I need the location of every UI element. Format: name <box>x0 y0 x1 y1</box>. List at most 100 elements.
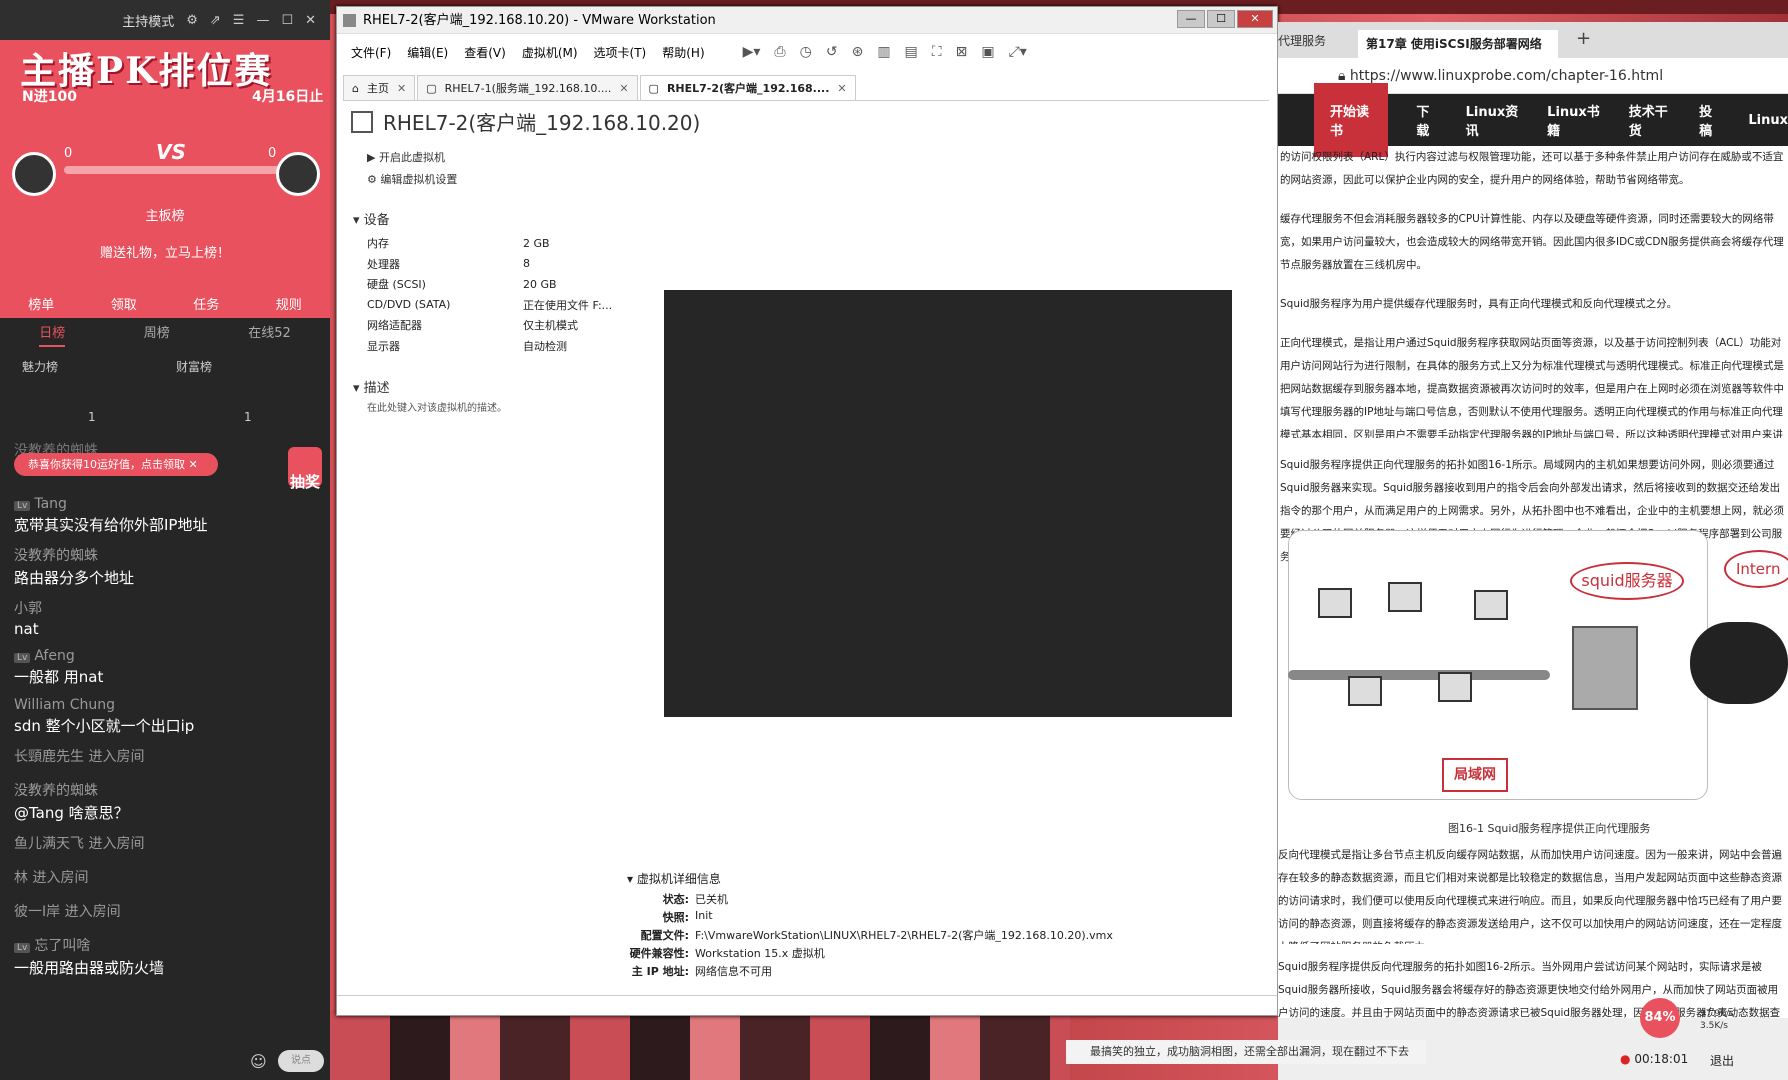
tab-weekly[interactable]: 周榜 <box>144 322 170 347</box>
device-display[interactable]: 显示器 自动检测 <box>367 336 612 357</box>
chat-message: 没教养的蜘蛛 @Tang 啥意思？ <box>14 780 324 823</box>
notify-banner[interactable]: 恭喜你获得10运好值，点击领取 ✕ <box>14 453 218 476</box>
details-toggle[interactable]: ▾ 虚拟机详细信息 <box>627 870 1113 887</box>
device-disk[interactable]: 硬盘 (SCSI) 20 GB <box>367 274 612 295</box>
cpu-meter[interactable]: 84% <box>1640 998 1680 1038</box>
charm-board-label[interactable]: 魅力榜 <box>22 358 58 375</box>
tab-rhel7-1[interactable]: ▢ RHEL7-1(服务端_192.168.10.... ✕ <box>417 75 638 100</box>
display-icon-label: 显示器 <box>367 339 400 353</box>
host-rank-label: 主板榜 <box>145 209 185 224</box>
menu-file[interactable]: 文件(F) <box>351 44 391 61</box>
device-memory[interactable]: 内存 2 GB <box>367 233 612 254</box>
gift-prompt[interactable]: 赠送礼物，立马上榜！ <box>0 242 330 261</box>
vm-tabs: ⌂ 主页 ✕ ▢ RHEL7-1(服务端_192.168.10.... ✕ ▢ RHEL7… <box>343 75 1269 101</box>
vm-icon <box>351 110 373 133</box>
start-vm-link[interactable]: ▶ 开启此虚拟机 <box>367 149 457 165</box>
tab-claim[interactable]: 领取 <box>111 294 137 313</box>
device-cdrom[interactable]: CD/DVD (SATA) 正在使用文件 F:... <box>367 295 612 316</box>
share-icon[interactable]: ⇗ <box>210 13 221 28</box>
tab-label: RHEL7-2(客户端_192.168.... <box>666 82 830 95</box>
minimize-icon[interactable]: — <box>256 13 269 28</box>
tab-rhel7-2[interactable]: ▢ RHEL7-2(客户端_192.168.... ✕ <box>639 75 856 100</box>
device-network[interactable]: 网络适配器 仅主机模式 <box>367 315 612 336</box>
exit-button[interactable]: 退出 <box>1710 1052 1734 1069</box>
browser-tab-active[interactable]: 第17章 使用iSCSI服务部署网络 <box>1358 30 1558 58</box>
devices-section-toggle[interactable]: ▾ 设备 <box>353 209 390 228</box>
nav-download[interactable]: 下载 <box>1416 101 1437 139</box>
new-tab-icon[interactable]: + <box>1576 28 1591 49</box>
details-title: 虚拟机详细信息 <box>636 872 721 886</box>
menu-view[interactable]: 查看(V) <box>464 44 506 61</box>
close-icon[interactable]: ✕ <box>305 13 316 28</box>
menu-help[interactable]: 帮助(H) <box>662 44 704 61</box>
send-keys-icon[interactable]: ⎙ <box>774 44 785 60</box>
news-ticker[interactable]: 最搞笑的独立，成功脑洞相图，还需全部出漏洞，现在翻过不下去 <box>1066 1040 1426 1064</box>
tab-daily[interactable]: 日榜 <box>39 322 66 347</box>
stretch-icon[interactable]: ⤢▾ <box>1009 44 1027 60</box>
vm-screen-preview[interactable] <box>664 290 1232 717</box>
menu-icon[interactable]: ☰ <box>233 13 245 28</box>
lan-bus-line <box>1288 670 1550 680</box>
nav-submit[interactable]: 投稿 <box>1699 101 1720 139</box>
revert-snapshot-icon[interactable]: ↺ <box>826 44 838 60</box>
desc-hint[interactable]: 在此处键入对该虚拟机的描述。 <box>367 399 507 414</box>
upload-speed: 97.9K/s <box>1700 1009 1734 1019</box>
level-badge: Lv <box>14 653 31 663</box>
close-tab-icon[interactable]: ✕ <box>837 76 846 100</box>
pk-progress-bar <box>64 166 280 174</box>
chat-user: 忘了叫啥 <box>34 938 91 954</box>
maximize-button[interactable]: ☐ <box>1207 10 1235 28</box>
tab-rank[interactable]: 榜单 <box>28 294 54 313</box>
emoji-icon[interactable]: ☺ <box>250 1052 267 1071</box>
device-value: 正在使用文件 F:... <box>523 298 613 312</box>
article-paragraph: 反向代理模式是指让多台节点主机反向缓存网站数据，从而加快用户访问速度。因为一般来… <box>1278 849 1782 944</box>
chat-message: 小郭 nat <box>14 598 324 638</box>
say-button[interactable]: 说点 <box>278 1050 324 1072</box>
pc-icon <box>1348 676 1382 706</box>
snapshot-icon[interactable]: ◷ <box>800 44 812 60</box>
sidebar-icon[interactable]: ▥ <box>877 44 890 60</box>
lottery-button[interactable]: 抽奖 <box>288 447 322 491</box>
unity-icon[interactable]: ⊠ <box>956 44 968 60</box>
menu-edit[interactable]: 编辑(E) <box>407 44 448 61</box>
settings-icon[interactable]: ⚙ <box>186 13 198 28</box>
chat-text: @Tang 啥意思？ <box>14 804 129 822</box>
detail-row: 配置文件: F:\VmwareWorkStation\LINUX\RHEL7-2\… <box>627 927 1113 943</box>
tab-home[interactable]: ⌂ 主页 ✕ <box>343 75 416 100</box>
maximize-icon[interactable]: ☐ <box>281 13 293 28</box>
nav-news[interactable]: Linux资讯 <box>1466 101 1520 139</box>
tab-rules[interactable]: 规则 <box>276 294 302 313</box>
close-icon[interactable]: ✕ <box>189 458 198 471</box>
host-mode-label[interactable]: 主持模式 <box>122 11 174 30</box>
close-button[interactable]: ✕ <box>1237 10 1273 28</box>
console-view-icon[interactable]: ▤ <box>905 44 918 60</box>
avatar-left[interactable] <box>12 152 56 196</box>
vm-header: RHEL7-2(客户端_192.168.10.20) <box>351 107 700 136</box>
edit-vm-link[interactable]: ⚙ 编辑虚拟机设置 <box>367 171 457 187</box>
chat-message: Lv Tang 宽带其实没有给你外部IP地址 <box>14 496 324 535</box>
device-cpu[interactable]: 处理器 8 <box>367 254 612 275</box>
pk-header: 主持模式 ⚙ ⇗ ☰ — ☐ ✕ 主播PK排位赛 N进100 4月16日止 0 … <box>0 0 330 318</box>
menu-vm[interactable]: 虚拟机(M) <box>522 44 578 61</box>
start-vm-label: 开启此虚拟机 <box>378 151 445 164</box>
wealth-board-label[interactable]: 财富榜 <box>176 358 212 375</box>
power-on-icon[interactable]: ▶▾ <box>743 44 761 60</box>
fullscreen-icon[interactable]: ⛶ <box>932 44 942 60</box>
avatar-right[interactable] <box>276 152 320 196</box>
tab-task[interactable]: 任务 <box>193 294 219 313</box>
browser-tab-prev[interactable]: 代理服务 <box>1278 32 1326 49</box>
snapshot-manager-icon[interactable]: ⊛ <box>852 44 864 60</box>
desc-section-toggle[interactable]: ▾ 描述 <box>353 377 390 396</box>
nav-tech[interactable]: 技术干货 <box>1629 101 1671 139</box>
menu-tabs[interactable]: 选项卡(T) <box>594 44 647 61</box>
chat-message: Lv Afeng 一般都 用nat <box>14 648 324 687</box>
detail-row: 状态: 已关机 <box>627 891 1113 907</box>
close-tab-icon[interactable]: ✕ <box>619 76 628 100</box>
close-tab-icon[interactable]: ✕ <box>397 76 406 100</box>
minimize-button[interactable]: — <box>1177 10 1205 28</box>
tab-online[interactable]: 在线52 <box>248 322 291 347</box>
terminal-icon[interactable]: ▣ <box>981 44 994 60</box>
net-speed: 97.9K/s 3.5K/s <box>1700 1008 1734 1032</box>
nav-books[interactable]: Linux书籍 <box>1547 101 1601 139</box>
nav-linux[interactable]: Linux <box>1748 113 1788 128</box>
